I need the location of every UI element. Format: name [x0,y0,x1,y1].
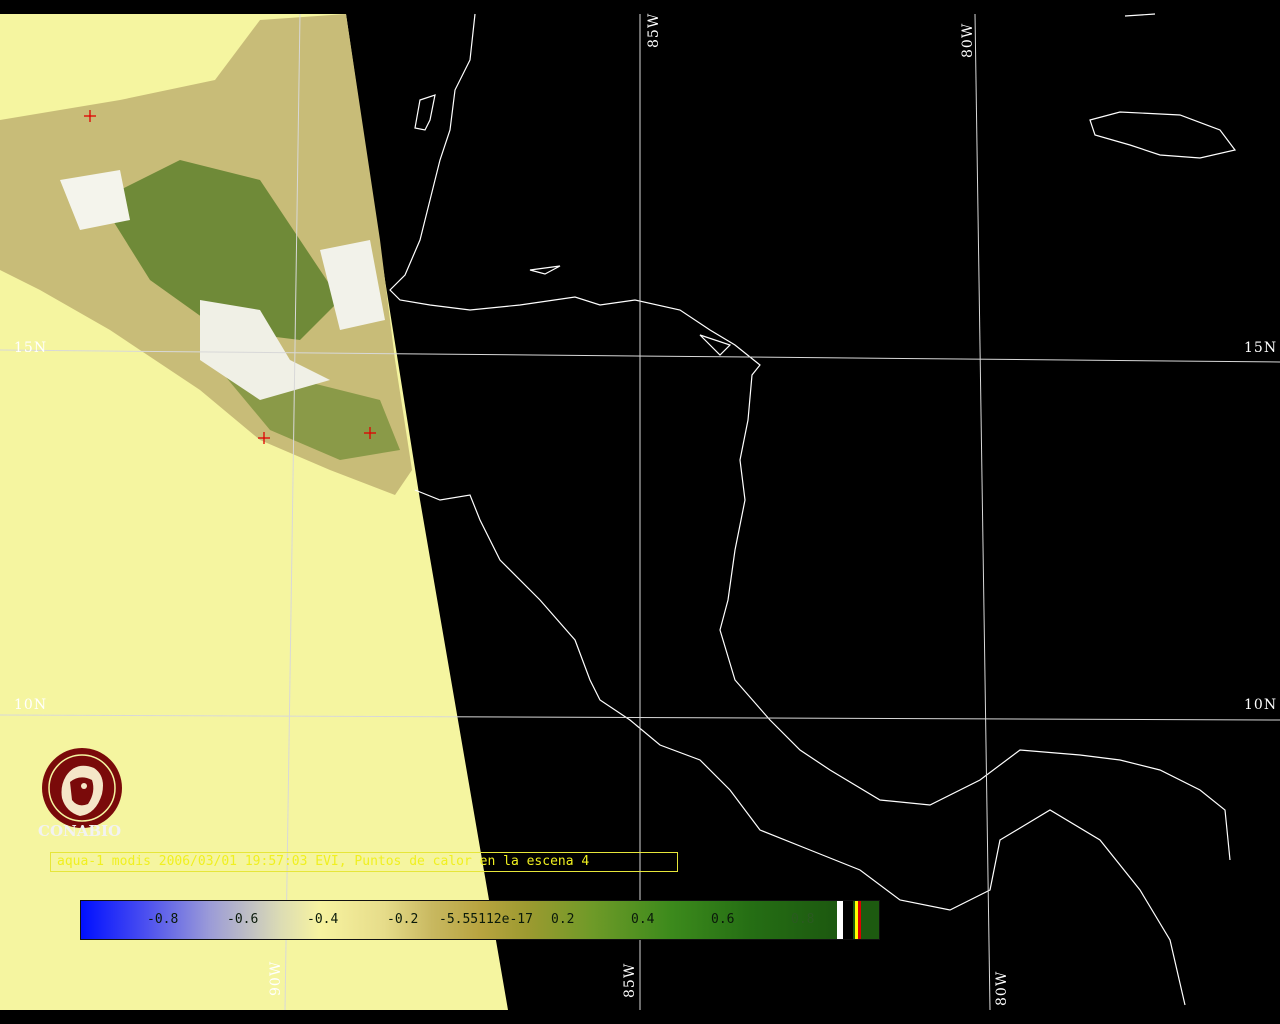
lat-label-10n-left: 10N [14,697,48,713]
colorbar-tick: 0.2 [551,912,575,927]
lon-label-90w-bottom: 90W [268,960,284,996]
swatch-black [843,901,853,939]
colorbar-tick: 0.6 [711,912,735,927]
colorbar-tick: -0.4 [307,912,339,927]
colorbar-tick: -0.8 [147,912,179,927]
colorbar-tick: -5.55112e-17 [439,912,533,927]
logo-text: CONABIO [38,822,122,840]
lon-label-85w-bottom: 85W [622,962,638,998]
lon-label-80w-bottom: 80W [994,970,1010,1006]
colorbar-tick: 0.4 [631,912,655,927]
colorbar-tick: -0.2 [387,912,419,927]
scene-caption: aqua-1 modis 2006/03/01 19:57:03 EVI, Pu… [50,852,678,872]
lat-label-10n-right: 10N [1244,697,1278,713]
colorbar-tick: -0.6 [227,912,259,927]
lon-label-80w-top: 80W [960,22,976,58]
lon-label-85w-top: 85W [646,12,662,48]
colorbar-tick: 0.8 [791,912,815,927]
lat-label-15n-right: 15N [1244,340,1278,356]
evi-colorbar: -0.8 -0.6 -0.4 -0.2 -5.55112e-17 0.2 0.4… [80,900,880,940]
swatch-red [858,901,861,939]
lat-label-15n-left: 15N [14,340,48,356]
